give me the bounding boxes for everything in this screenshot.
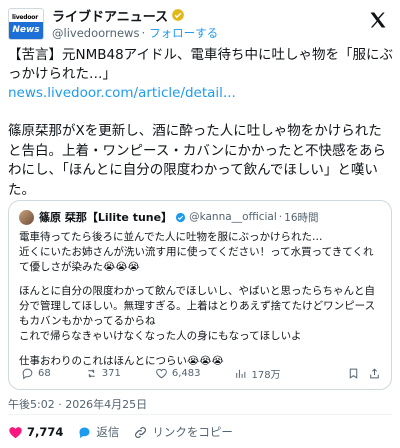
- author-name[interactable]: ライブドアニュース: [52, 6, 168, 25]
- bottom-actions: 7,774 返信 リンクをコピー: [8, 422, 392, 442]
- quote-retweet[interactable]: 371: [85, 367, 121, 380]
- tweet-header: livedoor News ライブドアニュース @livedoornews · …: [8, 6, 392, 42]
- reply-icon: [79, 427, 90, 438]
- copy-link-button[interactable]: リンクをコピー: [133, 424, 233, 440]
- x-logo-icon[interactable]: [368, 10, 388, 30]
- separator-dot: ·: [278, 211, 283, 223]
- divider: [8, 414, 392, 415]
- avatar[interactable]: livedoor News: [8, 8, 44, 40]
- copy-link-label: リンクをコピー: [152, 425, 233, 439]
- tweet-summary: 篠原栞那がXを更新し、酒に酔った人に吐しゃ物をかけられたと告白。上着・ワンピース…: [8, 123, 386, 198]
- quote-views[interactable]: 178万: [234, 366, 281, 381]
- quote-author-name[interactable]: 篠原 栞那【Lilite tune】: [39, 209, 172, 225]
- article-link[interactable]: news.livedoor.com/article/detail...: [8, 84, 394, 103]
- share-icon[interactable]: [368, 367, 381, 380]
- quote-line: これで帰らなきゃいけなくなった人の身にもなってほしいよ: [19, 329, 302, 342]
- link-icon: [135, 426, 147, 438]
- separator-dot: ·: [141, 26, 146, 40]
- reply-icon: [22, 368, 33, 380]
- quote-time: 16時間: [284, 211, 319, 224]
- author-row: ライブドアニュース: [52, 6, 185, 25]
- bookmark-icon[interactable]: [347, 367, 360, 380]
- heart-icon: [156, 368, 167, 379]
- reply-count: 68: [38, 368, 51, 379]
- handle-line: @livedoornews · フォローする: [52, 25, 218, 41]
- quote-handle[interactable]: @kanna__official: [189, 211, 277, 223]
- verified-blue-icon: [176, 212, 186, 222]
- follow-button[interactable]: フォローする: [149, 25, 218, 41]
- retweet-icon: [87, 369, 95, 378]
- tweet-headline: 【苦言】元NMB48アイドル、電車待ち中に吐しゃ物を「服にぶっかけられた…」: [8, 47, 394, 82]
- view-count: 178万: [251, 370, 281, 381]
- like-total: 7,774: [27, 425, 64, 439]
- quote-like[interactable]: 6,483: [155, 367, 201, 380]
- verified-gold-icon: [172, 9, 184, 21]
- heart-filled-icon: [9, 426, 22, 438]
- reply-button[interactable]: 返信: [77, 424, 119, 440]
- quote-actions: 68 371 6,483 178万: [21, 366, 381, 381]
- like-button[interactable]: 7,774: [8, 425, 63, 440]
- quoted-tweet[interactable]: 篠原 栞那【Lilite tune】 @kanna__official · 16…: [8, 200, 392, 390]
- quote-body: 電車待ってたら後ろに並んでた人に吐物を服にぶっかけられた… 近くにいたお姉さんが…: [19, 230, 381, 368]
- reply-label: 返信: [96, 425, 120, 439]
- quote-reply[interactable]: 68: [21, 367, 51, 380]
- tweet-text: 【苦言】元NMB48アイドル、電車待ち中に吐しゃ物を「服にぶっかけられた…」 n…: [8, 46, 394, 103]
- quote-line: 電車待ってたら後ろに並んでた人に吐物を服にぶっかけられた…: [19, 231, 323, 243]
- quote-header: 篠原 栞那【Lilite tune】 @kanna__official · 16…: [19, 209, 381, 225]
- logo-bottom-text: News: [9, 22, 43, 39]
- views-icon: [236, 369, 246, 378]
- quote-line: ほんとに自分の限度わかって飲んでほしいし、やばいと思ったらちゃんと自分で管理して…: [19, 285, 376, 327]
- tweet-timestamp[interactable]: 午後5:02 · 2026年4月25日: [8, 396, 147, 412]
- like-count: 6,483: [171, 368, 201, 379]
- quote-avatar[interactable]: [19, 209, 34, 225]
- quote-share-group: [347, 367, 381, 380]
- logo-top-text: livedoor: [12, 14, 38, 21]
- quote-line: 近くにいたお姉さんが洗い流す用に使ってください！って水買ってきてくれて優しさが染…: [19, 245, 374, 273]
- retweet-count: 371: [101, 368, 121, 379]
- author-handle[interactable]: @livedoornews: [52, 26, 139, 40]
